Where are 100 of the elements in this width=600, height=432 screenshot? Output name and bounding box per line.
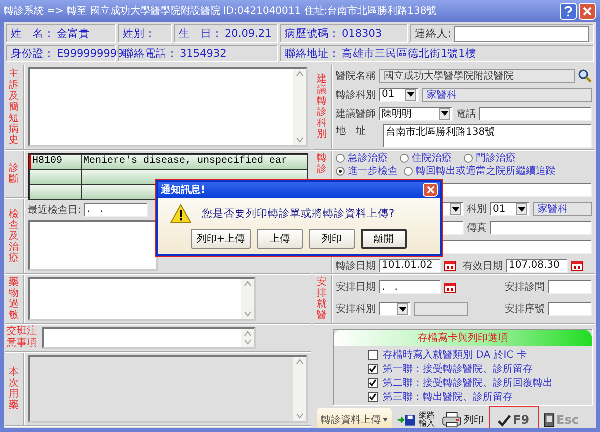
field-value: 20.09.21 [225, 28, 272, 40]
section-label: 檢查及治療 [9, 208, 19, 264]
field-label: 建議醫師 [336, 108, 376, 120]
scrollbar[interactable] [293, 357, 306, 421]
field-label: 安排序號 [505, 302, 545, 316]
field-label: 聯絡電話： [123, 46, 178, 60]
field-label: 安排診間 [505, 280, 545, 294]
complaint-textarea[interactable] [28, 67, 308, 147]
hospital-field[interactable]: 國立成功大學醫學院附設醫院 [379, 68, 575, 82]
radio-button[interactable] [400, 154, 409, 162]
section-label: 安排就醫 [317, 277, 327, 321]
dept-name-field: 家醫科 [422, 88, 592, 102]
calendar-icon[interactable] [444, 282, 456, 292]
date-field[interactable]: . . [84, 202, 148, 216]
scrollbar[interactable] [241, 279, 254, 319]
diagnosis-code-cell[interactable]: H8109 [28, 154, 82, 170]
dept-code-select[interactable]: 01 [379, 88, 419, 102]
checkbox[interactable] [368, 364, 378, 374]
valid-date-field[interactable]: 107.08.30 [506, 258, 568, 272]
scroll-down-icon[interactable] [242, 338, 252, 346]
field-value: 金富貴 [57, 26, 90, 40]
radio-button[interactable] [336, 166, 345, 176]
warning-icon [170, 204, 192, 224]
calendar-icon[interactable] [444, 260, 456, 271]
checkbox-label: 第二聯：接受轉診醫院、診所回覆轉出 [383, 376, 553, 390]
diagnosis-code-cell[interactable] [28, 184, 82, 200]
scrollbar[interactable] [241, 329, 254, 347]
dialog-button[interactable]: 離開 [361, 229, 408, 249]
checkbox[interactable] [368, 350, 378, 360]
field-label: 地 址 [336, 124, 367, 138]
confirm-button[interactable]: F9 [489, 406, 539, 428]
field-label: 醫院名稱 [336, 70, 376, 82]
help-icon[interactable] [560, 2, 577, 20]
scroll-up-icon[interactable] [294, 70, 304, 78]
diagnosis-code-cell[interactable] [28, 168, 82, 184]
diagnosis-description-cell[interactable]: Meniere's disease, unspecified ear [80, 154, 308, 170]
dialog-button[interactable]: 列印 [309, 229, 356, 249]
doctor-select[interactable]: 陳明明 [379, 106, 453, 120]
field-value: 3154932 [180, 48, 227, 60]
checkbox-label: 第一聯：接受轉診醫院、診所留存 [383, 362, 533, 376]
network-input-button[interactable]: 網路輸入 [395, 408, 437, 428]
search-icon[interactable] [578, 68, 592, 82]
field-label: 身份證： [11, 46, 55, 60]
field-label: 轉診日期 [336, 260, 376, 272]
field-label: 安排科別 [336, 302, 376, 316]
checkbox-label: 第三聯：轉出醫院、診所留存 [383, 390, 513, 404]
allergy-textarea[interactable] [28, 277, 256, 321]
scroll-up-icon[interactable] [242, 330, 252, 338]
scroll-down-icon[interactable] [294, 412, 304, 420]
field-label: 生 日： [179, 26, 223, 40]
exam-textarea[interactable] [28, 220, 158, 271]
radio-button[interactable] [404, 166, 413, 176]
options-header: 存檔寫卡與列印選項 [334, 330, 592, 346]
room-field[interactable] [548, 280, 592, 294]
calendar-icon[interactable] [571, 260, 583, 271]
scroll-down-icon[interactable] [294, 136, 304, 144]
section-label: 診斷 [9, 163, 19, 185]
number-field[interactable] [548, 302, 592, 316]
check-icon [498, 414, 511, 426]
handover-textarea[interactable] [42, 327, 256, 349]
field-label: 最近檢查日: [28, 204, 82, 216]
field-label: 連絡人: [415, 26, 452, 40]
dept-code-select[interactable]: 01 [490, 202, 530, 216]
referral-date-field[interactable]: 101.01.02 [379, 258, 441, 272]
scroll-down-icon[interactable] [242, 310, 252, 318]
field-value: 高雄市三民區德北街1號1樓 [342, 46, 476, 60]
field-label: 電話 [456, 108, 476, 120]
field-label: 傳真 [467, 222, 487, 235]
dept-name-field: 家醫科 [533, 202, 592, 216]
print-button[interactable]: 列印 [440, 408, 486, 428]
dept-name-field [414, 302, 468, 316]
printer-icon [442, 412, 462, 428]
radio-label: 轉回轉出或適當之院所繼續追蹤 [416, 164, 556, 178]
dept-select[interactable] [379, 302, 411, 316]
field-label: 姓別： [123, 26, 156, 40]
upload-dropdown[interactable]: 轉診資料上傳 [317, 408, 392, 428]
radio-label: 住院治療 [412, 152, 452, 165]
dialog-button[interactable]: 列印+上傳 [190, 229, 252, 249]
scroll-up-icon[interactable] [242, 280, 252, 288]
radio-button[interactable] [336, 154, 345, 162]
contact-field[interactable] [454, 26, 589, 42]
medication-textarea[interactable] [28, 355, 308, 423]
scrollbar[interactable] [293, 69, 306, 145]
close-icon[interactable] [579, 2, 596, 20]
dialog-button[interactable]: 上傳 [257, 229, 304, 249]
fax-field[interactable] [490, 221, 592, 235]
checkbox[interactable] [368, 392, 378, 402]
date-field[interactable]: . . [379, 280, 441, 294]
address-field[interactable]: 台南市北區勝利路138號 [383, 124, 592, 148]
close-icon[interactable] [423, 183, 438, 197]
checkbox[interactable] [368, 378, 378, 388]
checkbox-label: 存檔時寫入就醫類別 DA 於IC 卡 [383, 348, 527, 362]
section-label: 轉診 [317, 153, 327, 175]
radio-button[interactable] [464, 154, 473, 162]
radio-label: 進一步檢查 [348, 164, 398, 178]
field-value: E999999999 [57, 48, 124, 60]
scroll-up-icon[interactable] [294, 358, 304, 366]
field-value: 018303 [342, 28, 382, 40]
phone-field[interactable] [479, 106, 592, 120]
field-label: 病歷號碼： [285, 26, 340, 40]
